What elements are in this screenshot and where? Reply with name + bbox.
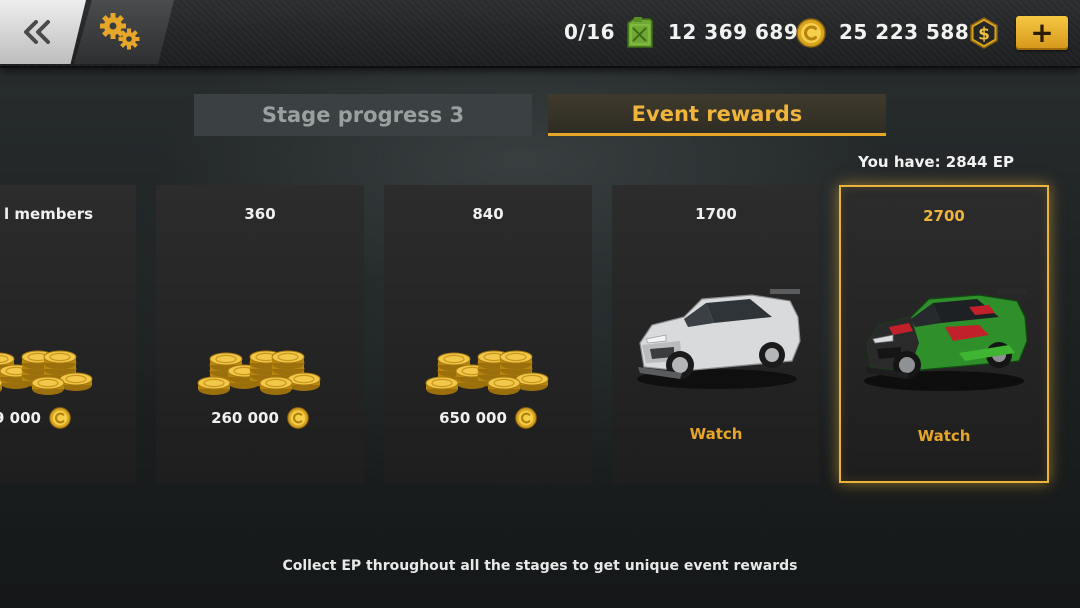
add-currency-button[interactable]: + [1016, 16, 1068, 50]
coin-stack-icon [0, 350, 93, 395]
fuel-counter: 0/16 [564, 20, 616, 44]
gears-icon [100, 13, 140, 50]
reward-cost: 1700 [695, 205, 737, 223]
reward-card-selected[interactable]: 2700 Watch [839, 185, 1049, 483]
reward-card[interactable]: 1700 Watch [612, 185, 820, 483]
gold-coin-icon [49, 407, 71, 429]
reward-amount-row: 9 000 [0, 407, 136, 429]
back-button[interactable] [0, 0, 86, 64]
coins-balance: 12 369 689 [668, 20, 799, 44]
reward-amount: 9 000 [0, 409, 41, 427]
reward-cost: 840 [472, 205, 504, 223]
white-car-image [637, 289, 801, 389]
settings-button[interactable] [74, 0, 174, 64]
tab-stage-progress[interactable]: Stage progress 3 [194, 94, 532, 136]
footer-hint: Collect EP throughout all the stages to … [282, 558, 798, 574]
reward-amount: 260 000 [211, 409, 279, 427]
top-bar: 0/16 12 369 689 25 223 588 $ + [0, 0, 1080, 68]
event-rewards-screen: 0/16 12 369 689 25 223 588 $ + Stage pro… [0, 0, 1080, 608]
reward-card[interactable]: 840 650 000 [384, 185, 592, 483]
reward-card[interactable]: 360 260 000 [156, 185, 364, 483]
fuel-can-icon [627, 17, 653, 48]
coin-stack-icon [425, 350, 549, 395]
tab-event-rewards[interactable]: Event rewards [548, 94, 886, 136]
gold-coin-icon [796, 18, 826, 48]
dollar-icon: $ [970, 17, 998, 49]
reward-cost: 360 [244, 205, 276, 223]
svg-text:$: $ [978, 25, 990, 45]
reward-amount-row: 650 000 [384, 407, 592, 429]
reward-card[interactable]: l members 9 000 [0, 185, 136, 483]
ep-balance-label: You have: 2844 EP [858, 153, 1014, 171]
reward-cost: l members [4, 205, 94, 223]
reward-amount-row: 260 000 [156, 407, 364, 429]
reward-cost: 2700 [923, 207, 965, 225]
coin-stack-icon [197, 350, 321, 395]
gold-coin-icon [287, 407, 309, 429]
watch-button[interactable]: Watch [841, 427, 1047, 445]
cash-balance: 25 223 588 [839, 20, 970, 44]
double-chevron-left-icon [24, 20, 50, 44]
reward-amount: 650 000 [439, 409, 507, 427]
green-car-image [864, 289, 1028, 391]
gold-coin-icon [515, 407, 537, 429]
watch-button[interactable]: Watch [612, 425, 820, 443]
